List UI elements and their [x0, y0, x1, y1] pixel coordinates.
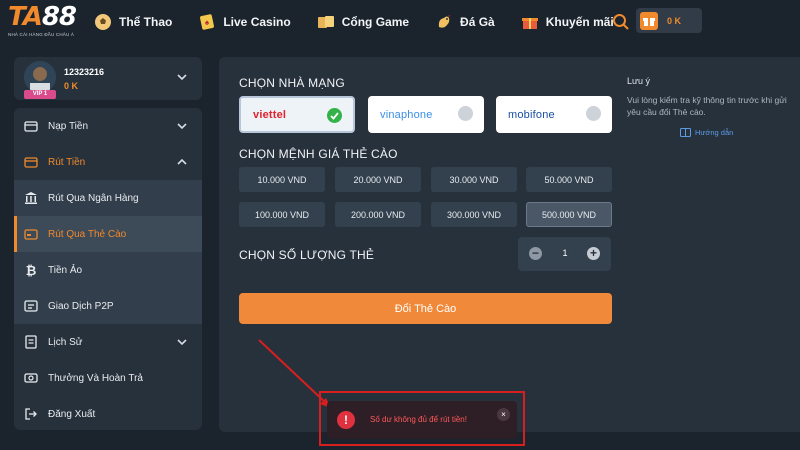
top-navigation-bar: TA88 NHÀ CÁI HÀNG ĐẦU CHÂU Á Thể Thao ♠ … — [0, 0, 800, 44]
soccer-ball-icon — [95, 14, 111, 30]
nav-label: Live Casino — [223, 15, 291, 29]
sidebar-item-rewards[interactable]: Thưởng Và Hoàn Trả — [14, 360, 202, 396]
brand-wordmark: TA88 — [8, 2, 77, 32]
book-icon — [680, 128, 691, 137]
logout-icon — [25, 408, 37, 420]
note-body: Vui lòng kiểm tra kỹ thông tin trước khi… — [627, 95, 787, 117]
network-section-title: CHỌN NHÀ MẠNG — [239, 76, 345, 90]
sidebar-item-withdraw-bank[interactable]: Rút Qua Ngân Hàng — [14, 180, 202, 216]
network-label: viettel — [253, 108, 287, 121]
network-option-viettel[interactable]: viettel — [239, 96, 355, 133]
avatar — [24, 61, 56, 93]
sidebar-item-label: Rút Tiền — [48, 156, 86, 168]
denomination-option[interactable]: 200.000 VND — [335, 202, 421, 227]
rooster-icon — [438, 15, 451, 28]
card-icon — [24, 229, 38, 240]
game-cards-icon — [317, 16, 334, 28]
reward-icon — [24, 373, 38, 383]
denomination-option[interactable]: 100.000 VND — [239, 202, 325, 227]
sidebar-item-label: Lịch Sử — [48, 336, 83, 348]
network-label: vinaphone — [380, 108, 433, 121]
sidebar-item-label: Nạp Tiền — [48, 120, 89, 132]
sidebar-item-label: Thưởng Và Hoàn Trả — [48, 372, 143, 384]
guide-label: Hướng dẫn — [695, 128, 734, 137]
exchange-card-button[interactable]: Đổi Thẻ Cào — [239, 293, 612, 324]
denomination-option[interactable]: 10.000 VND — [239, 167, 325, 192]
network-label: mobifone — [508, 108, 555, 121]
radio-icon — [586, 106, 601, 121]
sidebar-item-p2p[interactable]: Giao Dịch P2P — [14, 288, 202, 324]
brand-logo[interactable]: TA88 NHÀ CÁI HÀNG ĐẦU CHÂU Á — [8, 3, 84, 41]
denomination-option-selected[interactable]: 500.000 VND — [526, 202, 612, 227]
radio-icon — [458, 106, 473, 121]
nav-label: Thể Thao — [119, 15, 173, 29]
svg-text:₿: ₿ — [26, 264, 37, 277]
denomination-option[interactable]: 50.000 VND — [526, 167, 612, 192]
header-balance: 0 K — [667, 15, 682, 26]
sidebar-item-deposit[interactable]: Nạp Tiền — [14, 108, 202, 144]
sidebar-item-label: Rút Qua Thẻ Cào — [48, 228, 127, 240]
decrement-button[interactable]: − — [529, 247, 542, 260]
nav-label: Khuyến mãi — [545, 15, 614, 29]
username: 12323216 — [64, 67, 105, 77]
bank-icon — [25, 192, 37, 204]
gift-icon — [640, 11, 658, 30]
annotation-highlight-box — [319, 391, 525, 446]
nav-item-cockfight[interactable]: Đá Gà — [435, 13, 495, 31]
nav-label: Cổng Game — [341, 15, 410, 29]
sidebar-item-withdraw-card[interactable]: Rút Qua Thẻ Cào — [14, 216, 202, 252]
sidebar-item-label: Tiền Ảo — [48, 264, 83, 276]
sidebar-item-label: Giao Dịch P2P — [48, 300, 114, 312]
deposit-icon — [24, 121, 38, 132]
network-option-vinaphone[interactable]: vinaphone — [368, 96, 484, 133]
chevron-down-icon[interactable] — [176, 71, 188, 83]
history-icon — [25, 335, 37, 349]
chevron-up-icon — [177, 158, 187, 165]
account-sidebar: Nạp Tiền Rút Tiền Rút Qua Ngân Hàng Rút … — [14, 108, 202, 430]
main-nav: Thể Thao ♠ Live Casino Cổng Game Đá Gà K… — [94, 0, 640, 44]
increment-button[interactable]: + — [587, 247, 600, 260]
sidebar-item-crypto[interactable]: ₿ Tiền Ảo — [14, 252, 202, 288]
nav-item-sports[interactable]: Thể Thao — [94, 13, 172, 31]
chevron-down-icon — [177, 123, 187, 130]
user-card[interactable]: VIP 1 12323216 0 K — [14, 57, 202, 100]
search-icon[interactable] — [611, 12, 631, 32]
denomination-option[interactable]: 30.000 VND — [431, 167, 517, 192]
nav-item-live-casino[interactable]: ♠ Live Casino — [198, 13, 291, 31]
sidebar-item-logout[interactable]: Đăng Xuất — [14, 396, 202, 430]
checkmark-icon — [327, 108, 342, 123]
nav-item-game-portal[interactable]: Cổng Game — [317, 13, 409, 31]
sidebar-item-history[interactable]: Lịch Sử — [14, 324, 202, 360]
guide-link[interactable]: Hướng dẫn — [680, 128, 733, 137]
bitcoin-icon: ₿ — [26, 264, 37, 277]
vip-badge: VIP 1 — [24, 90, 56, 99]
withdraw-icon — [24, 157, 38, 168]
sidebar-item-label: Rút Qua Ngân Hàng — [48, 192, 139, 204]
playing-card-icon: ♠ — [200, 14, 215, 30]
sidebar-item-label: Đăng Xuất — [48, 408, 96, 420]
p2p-icon — [24, 300, 38, 312]
sidebar-item-withdraw[interactable]: Rút Tiền — [14, 144, 202, 180]
quantity-section-title: CHỌN SỐ LƯỢNG THẺ — [239, 248, 375, 262]
card-withdraw-panel: CHỌN NHÀ MẠNG viettel vinaphone mobifone… — [219, 57, 800, 432]
denomination-section-title: CHỌN MỆNH GIÁ THẺ CÀO — [239, 147, 398, 161]
gift-box-icon — [521, 18, 538, 29]
network-option-mobifone[interactable]: mobifone — [496, 96, 612, 133]
quantity-value[interactable]: 1 — [558, 248, 572, 258]
nav-label: Đá Gà — [460, 15, 495, 29]
quantity-stepper: − 1 + — [518, 237, 611, 271]
note-title: Lưu ý — [627, 76, 651, 86]
active-indicator — [14, 216, 17, 252]
denomination-option[interactable]: 300.000 VND — [431, 202, 517, 227]
brand-tagline: NHÀ CÁI HÀNG ĐẦU CHÂU Á — [8, 32, 75, 37]
denomination-option[interactable]: 20.000 VND — [335, 167, 421, 192]
header-wallet[interactable]: 0 K — [636, 8, 702, 33]
nav-item-promotions[interactable]: Khuyến mãi — [521, 13, 614, 31]
user-balance: 0 K — [64, 81, 79, 91]
chevron-down-icon — [177, 339, 187, 346]
